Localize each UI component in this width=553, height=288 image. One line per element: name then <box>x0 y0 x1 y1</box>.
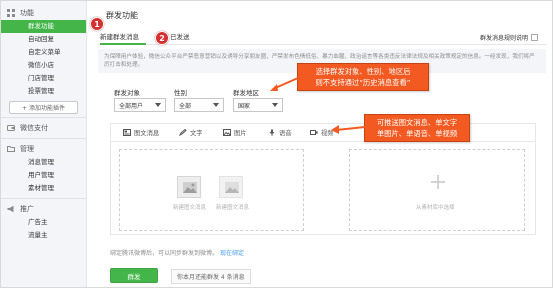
rules-link[interactable]: 群发消息规则说明 <box>480 33 538 42</box>
sidebar-section-pay[interactable]: 微信支付 <box>1 121 86 135</box>
add-plugin-button[interactable]: + 添加功能插件 <box>9 101 78 114</box>
message-type-toolbar: 图文消息 文字 图片 语音 视频 <box>111 124 535 142</box>
sidebar-item-custom-menu[interactable]: 自定义菜单 <box>1 46 86 59</box>
callout-filter-warning: 选择群发对象、性别、地区后 则不支持通过“历史消息查看” <box>297 63 429 91</box>
callout-message-types: 可推送图文消息、单文字 单图片、单语音、单视频 <box>364 114 470 142</box>
rules-link-label: 群发消息规则说明 <box>479 35 528 42</box>
callout-arrow <box>270 77 299 91</box>
sidebar-section-features: 功能 <box>1 6 86 20</box>
sidebar-section-label: 管理 <box>20 145 34 153</box>
tab-sent[interactable]: 已发送 <box>170 31 190 45</box>
sidebar-divider <box>1 198 86 199</box>
region-label: 群发地区 <box>233 89 259 97</box>
target-select[interactable]: 全部用户 <box>114 98 166 112</box>
video-icon <box>310 129 318 136</box>
library-article-option[interactable] <box>177 176 201 198</box>
library-select-card[interactable]: 从素材库中选择 <box>349 149 525 231</box>
sidebar-item-messages[interactable]: 消息管理 <box>1 156 86 169</box>
plus-icon <box>431 175 445 189</box>
sidebar-item-publisher[interactable]: 流量主 <box>1 229 86 242</box>
sidebar-section-label: 微信支付 <box>20 124 48 132</box>
new-article-label: 新建图文消息 <box>173 205 207 211</box>
sidebar-section-manage: 管理 <box>1 142 86 156</box>
sidebar-section-label: 推广 <box>20 205 34 213</box>
target-label: 群发对象 <box>114 89 140 97</box>
image-icon <box>223 129 231 136</box>
library-select-label: 从素材库中选择 <box>416 205 455 211</box>
picture-icon <box>183 182 197 193</box>
multi-picture-icon <box>225 182 239 193</box>
callout-line: 可推送图文消息、单文字 <box>376 118 458 127</box>
sidebar-divider <box>1 138 86 139</box>
page-title: 群发功能 <box>106 11 138 20</box>
toolbar-image-label: 图片 <box>234 130 247 137</box>
chevron-down-icon <box>272 103 278 107</box>
article-icon <box>123 129 131 136</box>
sidebar-item-store[interactable]: 门店管理 <box>1 72 86 85</box>
sidebar-section-label: 功能 <box>20 9 34 17</box>
sidebar-item-vote[interactable]: 投票管理 <box>1 85 86 98</box>
sidebar-item-advertiser[interactable]: 广告主 <box>1 216 86 229</box>
step-badge-2: 2 <box>155 31 169 45</box>
toolbar-article[interactable]: 图文消息 <box>123 128 159 137</box>
toolbar-article-label: 图文消息 <box>134 130 160 137</box>
toolbar-voice[interactable]: 语音 <box>268 128 292 137</box>
callout-line: 单图片、单语音、单视频 <box>376 129 458 138</box>
grid-icon <box>7 9 15 17</box>
sidebar-item-mass-send[interactable]: 群发功能 <box>1 20 86 33</box>
weibo-bind-line: 绑定腾讯微博后，可以同步群发到微博。 现在绑定 <box>110 248 244 257</box>
sidebar-divider <box>1 117 86 118</box>
send-button[interactable]: 群发 <box>110 268 158 283</box>
multi-article-option[interactable] <box>219 176 243 198</box>
toolbar-image[interactable]: 图片 <box>223 128 247 137</box>
multi-article-label: 新建图文消息 <box>216 205 250 211</box>
sidebar-item-auto-reply[interactable]: 自动回复 <box>1 33 86 46</box>
message-editor: 图文消息 文字 图片 语音 视频 新建图文消息 新建图文消息 从素材库中选择 <box>110 123 536 235</box>
gender-select-value: 全部 <box>179 102 192 110</box>
tab-new-mass-message[interactable]: 新建群发消息 <box>100 31 146 45</box>
chevron-down-icon <box>213 103 219 107</box>
remaining-quota: 你本月还能群发 4 条消息 <box>171 269 251 284</box>
toolbar-voice-label: 语音 <box>279 130 292 137</box>
region-select[interactable]: 国家 <box>233 98 283 112</box>
sidebar-item-users[interactable]: 用户管理 <box>1 169 86 182</box>
sidebar-item-materials[interactable]: 素材管理 <box>1 182 86 195</box>
wallet-icon <box>7 124 15 132</box>
sidebar-section-promo: 推广 <box>1 202 86 216</box>
toolbar-text[interactable]: 文字 <box>178 128 203 137</box>
callout-line: 选择群发对象、性别、地区后 <box>315 67 411 76</box>
folder-icon <box>7 145 15 153</box>
pencil-icon <box>178 128 187 137</box>
external-link-icon <box>531 34 538 41</box>
sidebar-item-shop[interactable]: 微信小店 <box>1 59 86 72</box>
gender-select[interactable]: 全部 <box>174 98 224 112</box>
microphone-icon <box>268 129 276 136</box>
megaphone-icon <box>7 205 15 213</box>
toolbar-text-label: 文字 <box>190 130 203 137</box>
weibo-bind-text: 绑定腾讯微博后，可以同步群发到微博。 <box>110 250 219 257</box>
callout-line: 则不支持通过“历史消息查看” <box>315 78 411 87</box>
weibo-bind-link[interactable]: 现在绑定 <box>220 250 244 257</box>
callout-arrow <box>331 125 366 134</box>
region-select-value: 国家 <box>238 102 251 110</box>
article-source-card: 新建图文消息 新建图文消息 <box>119 149 304 231</box>
chevron-down-icon <box>155 103 161 107</box>
gender-label: 性别 <box>174 89 187 97</box>
target-select-value: 全部用户 <box>119 102 144 110</box>
sidebar: 功能 群发功能 自动回复 自定义菜单 微信小店 门店管理 投票管理 + 添加功能… <box>1 1 87 287</box>
